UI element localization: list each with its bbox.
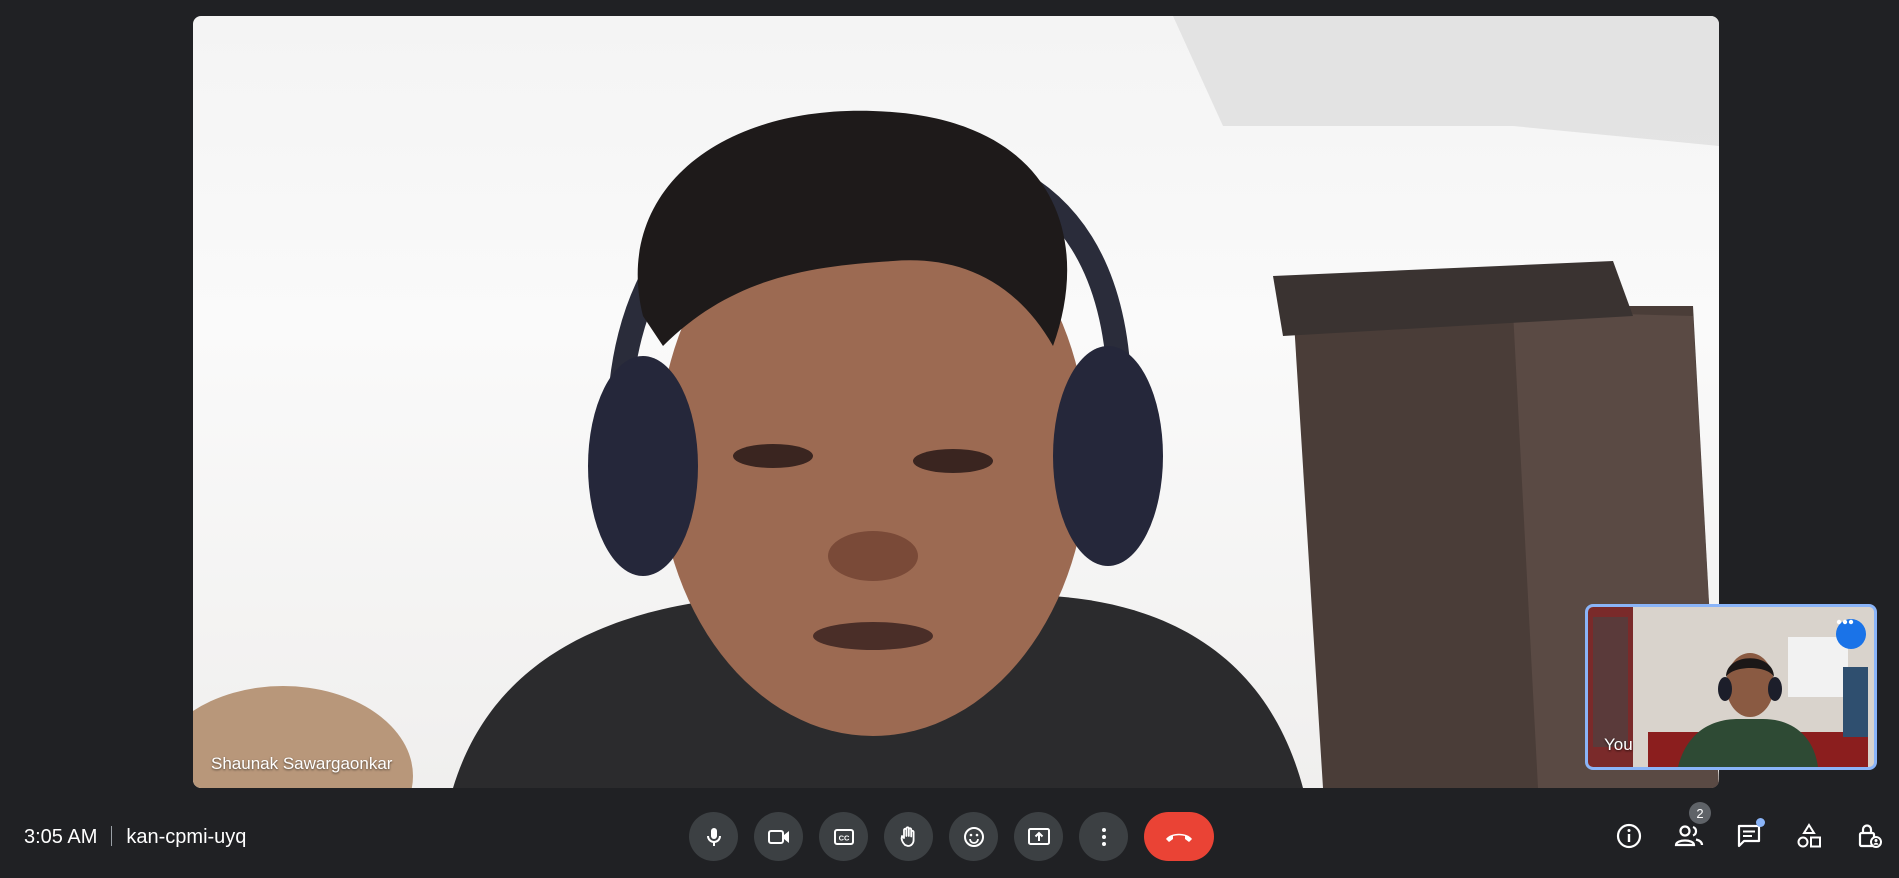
mic-icon	[706, 827, 721, 846]
people-count-badge: 2	[1689, 802, 1711, 824]
side-panel-controls: 2	[1605, 802, 1893, 860]
self-view-tile[interactable]: You	[1585, 604, 1877, 770]
lock-person-icon	[1858, 824, 1882, 848]
raise-hand-button[interactable]	[884, 812, 933, 861]
participant-video-frame	[193, 16, 1719, 788]
self-view-label: You	[1604, 735, 1633, 754]
main-video-tile[interactable]: Shaunak Sawargaonkar	[193, 16, 1719, 788]
people-button[interactable]: 2	[1665, 802, 1713, 860]
bottom-toolbar: 3:05 AM kan-cpmi-uyq CC 2	[0, 800, 1899, 878]
captions-icon: CC	[833, 828, 854, 845]
present-screen-icon	[1027, 827, 1050, 845]
camera-icon	[767, 829, 789, 844]
chat-notification-dot	[1756, 818, 1765, 827]
meeting-details-button[interactable]	[1605, 812, 1653, 860]
captions-button[interactable]: CC	[819, 812, 868, 861]
end-call-button[interactable]	[1144, 812, 1214, 861]
more-horizontal-icon	[1836, 619, 1854, 625]
call-controls: CC	[689, 812, 1214, 861]
raise-hand-icon	[900, 825, 914, 847]
self-view-more-button[interactable]	[1836, 619, 1866, 649]
present-screen-button[interactable]	[1014, 812, 1063, 861]
microphone-button[interactable]	[689, 812, 738, 861]
emoji-icon	[963, 826, 984, 847]
activities-icon	[1797, 823, 1821, 848]
more-options-button[interactable]	[1079, 812, 1128, 861]
end-call-icon	[1166, 833, 1192, 842]
meeting-info: 3:05 AM kan-cpmi-uyq	[24, 826, 246, 849]
meeting-time: 3:05 AM	[24, 826, 98, 848]
meeting-code: kan-cpmi-uyq	[126, 826, 247, 848]
people-icon	[1674, 825, 1704, 847]
svg-text:CC: CC	[838, 833, 849, 842]
info-icon	[1616, 823, 1642, 849]
activities-button[interactable]	[1785, 812, 1833, 860]
emoji-reactions-button[interactable]	[949, 812, 998, 861]
host-controls-button[interactable]	[1845, 812, 1893, 860]
more-options-icon	[1101, 827, 1106, 846]
camera-button[interactable]	[754, 812, 803, 861]
participant-name-label: Shaunak Sawargaonkar	[211, 754, 393, 773]
chat-button[interactable]	[1725, 812, 1773, 860]
divider	[111, 826, 113, 846]
